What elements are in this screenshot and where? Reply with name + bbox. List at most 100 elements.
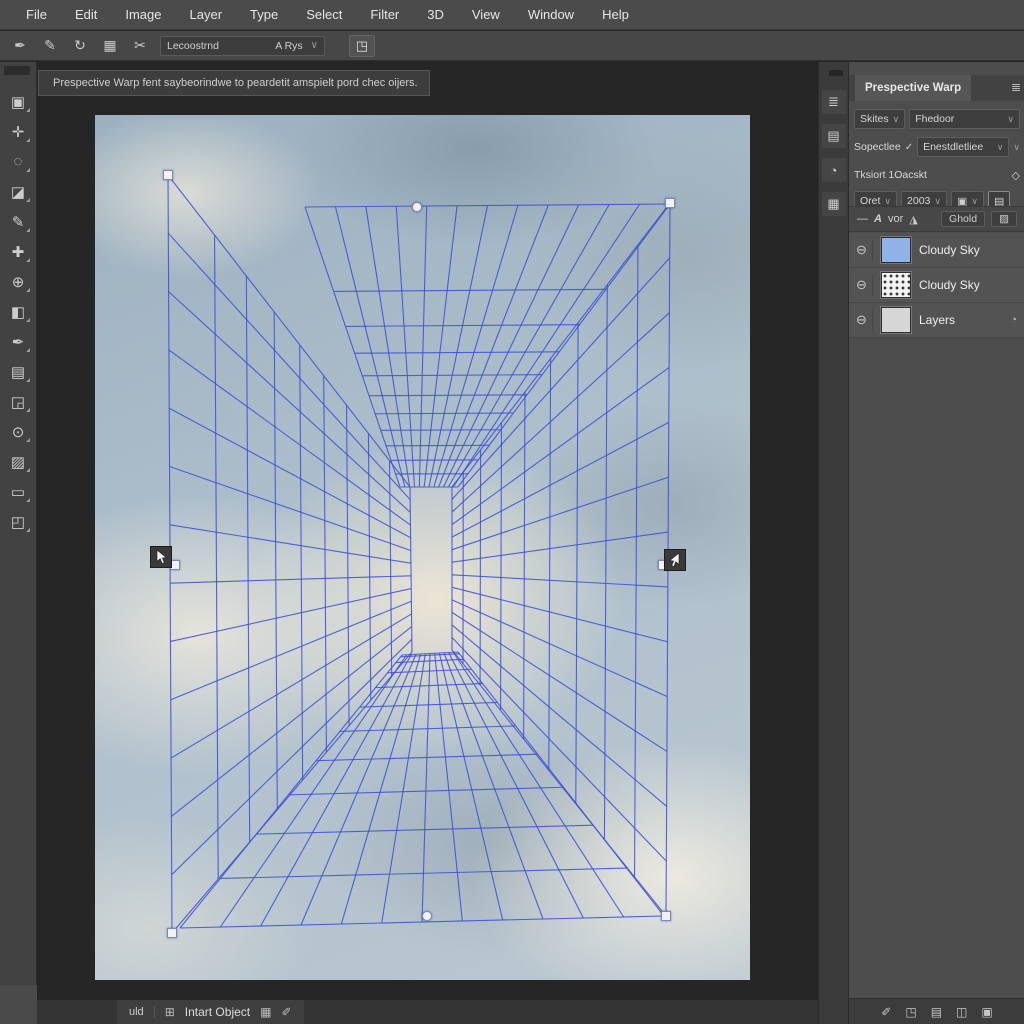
split-icon[interactable]: ✂ bbox=[130, 37, 150, 54]
histogram-panel-icon[interactable]: ▤ bbox=[822, 124, 846, 148]
pointer-cursor-icon bbox=[150, 546, 172, 568]
menu-item-type[interactable]: Type bbox=[236, 0, 292, 30]
artboard-tool-icon[interactable]: ◰ bbox=[3, 508, 33, 535]
document-type-label: Intart Object bbox=[185, 1005, 250, 1019]
zoom-tool-icon[interactable]: ⊙ bbox=[3, 418, 33, 445]
menu-item-image[interactable]: Image bbox=[111, 0, 175, 30]
menu-item-window[interactable]: Window bbox=[514, 0, 588, 30]
layer-thumbnail[interactable] bbox=[881, 237, 911, 263]
style-dropdown[interactable]: Enestdletliee ∨ bbox=[917, 137, 1009, 157]
warp-pen-icon[interactable]: ✒ bbox=[10, 37, 30, 54]
eye-icon[interactable]: ⊖ bbox=[855, 239, 873, 261]
panel-menu-icon[interactable]: ≣ bbox=[1011, 80, 1021, 94]
freeform-label: Fhedoor bbox=[915, 113, 954, 125]
lasso-tool-icon[interactable]: ◌ bbox=[3, 148, 33, 175]
minus-icon[interactable]: — bbox=[857, 213, 868, 225]
layer-list: ⊖Cloudy Sky⊖Cloudy Sky⊖Layers◔ bbox=[849, 233, 1024, 338]
quick-selection-tool-icon[interactable]: ◪ bbox=[3, 178, 33, 205]
grid-icon[interactable]: ▦ bbox=[100, 37, 120, 54]
tab-perspective-warp[interactable]: Prespective Warp bbox=[855, 75, 971, 101]
grid-icon[interactable]: ⊞ bbox=[165, 1005, 175, 1019]
zoom-level[interactable]: uld bbox=[129, 1006, 155, 1018]
pencil-icon[interactable]: ✎ bbox=[40, 37, 60, 54]
type-tool-icon[interactable]: ▤ bbox=[3, 358, 33, 385]
menu-item-view[interactable]: View bbox=[458, 0, 514, 30]
kind-filter-icon[interactable]: A bbox=[874, 213, 882, 225]
layer-row[interactable]: ⊖Layers◔ bbox=[849, 303, 1024, 338]
layer-row[interactable]: ⊖Cloudy Sky bbox=[849, 233, 1024, 268]
hand-tool-icon[interactable]: ▭ bbox=[3, 478, 33, 505]
move-tool-icon[interactable]: ✛ bbox=[3, 118, 33, 145]
chevron-down-icon: ∨ bbox=[311, 40, 318, 51]
filter-toggle-button[interactable]: ▨ bbox=[991, 211, 1017, 227]
tool-hint-text: Prespective Warp fent saybeorindwe to pe… bbox=[53, 77, 418, 89]
commit-warp-button[interactable]: ◳ bbox=[349, 35, 375, 57]
layer-badge-icon[interactable]: ◔ bbox=[1010, 314, 1017, 326]
options-icons: ✒ ✎ ↻ ▦ ✂ bbox=[10, 37, 150, 54]
preset-dropdown[interactable]: Lecoostrnd A Rys ∨ bbox=[160, 36, 325, 56]
perspective-warp-grid[interactable] bbox=[95, 115, 750, 980]
warp-handle[interactable] bbox=[412, 202, 422, 212]
adjustments-panel-icon[interactable]: ◔ bbox=[822, 158, 846, 182]
filter-icon[interactable]: ◮ bbox=[909, 213, 917, 226]
toolbar-collapse-handle[interactable] bbox=[4, 66, 30, 75]
panel-row-1: Skites ∨ Fhedoor ∨ bbox=[849, 106, 1024, 132]
group-icon[interactable]: ◫ bbox=[956, 1005, 967, 1019]
document-canvas[interactable] bbox=[95, 115, 750, 980]
panel-header: Prespective Warp ≣ bbox=[849, 75, 1024, 101]
kind-filter-label: vor bbox=[888, 213, 903, 225]
warp-handle[interactable] bbox=[167, 928, 177, 938]
frame-tool-icon[interactable]: ▣ bbox=[3, 88, 33, 115]
menu-item-filter[interactable]: Filter bbox=[356, 0, 413, 30]
check-icon: ✓ bbox=[905, 142, 913, 153]
layer-thumbnail[interactable] bbox=[881, 307, 911, 333]
rotate-icon[interactable]: ↻ bbox=[70, 37, 90, 54]
healing-brush-tool-icon[interactable]: ✚ bbox=[3, 238, 33, 265]
layout-mode-button[interactable]: Skites ∨ bbox=[854, 109, 905, 129]
eye-icon[interactable]: ⊖ bbox=[855, 309, 873, 331]
warp-handle[interactable] bbox=[163, 170, 173, 180]
effects-icon[interactable]: ◳ bbox=[905, 1005, 916, 1019]
photoshop-window: FileEditImageLayerTypeSelectFilter3DView… bbox=[0, 0, 1024, 1024]
pen-tool-icon[interactable]: ✒ bbox=[3, 328, 33, 355]
menu-item-select[interactable]: Select bbox=[292, 0, 356, 30]
status-group: uld ⊞ Intart Object ▦ ✐ bbox=[117, 1000, 304, 1024]
toolbar-footer bbox=[0, 985, 37, 1024]
mask-icon[interactable]: ▤ bbox=[931, 1005, 942, 1019]
preset-label: Lecoostrnd bbox=[167, 40, 219, 52]
menu-item-help[interactable]: Help bbox=[588, 0, 643, 30]
warp-handle[interactable] bbox=[661, 911, 671, 921]
shape-tool-icon[interactable]: ◲ bbox=[3, 388, 33, 415]
warp-handle[interactable] bbox=[665, 198, 675, 208]
chevron-down-icon: ∨ bbox=[884, 196, 891, 207]
chevron-down-icon[interactable]: ∨ bbox=[1013, 142, 1020, 153]
layer-row[interactable]: ⊖Cloudy Sky bbox=[849, 268, 1024, 303]
dock-collapse-handle[interactable] bbox=[829, 70, 843, 76]
mode-label: Sopectlee bbox=[854, 141, 901, 153]
gradient-tool-icon[interactable]: ▨ bbox=[3, 448, 33, 475]
freeform-dropdown[interactable]: Fhedoor ∨ bbox=[909, 109, 1020, 129]
chevron-down-icon: ∨ bbox=[997, 142, 1004, 153]
properties-panel-icon[interactable]: ≣ bbox=[822, 90, 846, 114]
pen-icon[interactable]: ✐ bbox=[281, 1005, 291, 1019]
new-layer-icon[interactable]: ▣ bbox=[981, 1005, 992, 1019]
menu-item-file[interactable]: File bbox=[12, 0, 61, 30]
clone-stamp-tool-icon[interactable]: ⊕ bbox=[3, 268, 33, 295]
menu-item-3d[interactable]: 3D bbox=[413, 0, 458, 30]
menu-bar: FileEditImageLayerTypeSelectFilter3DView… bbox=[0, 0, 1024, 30]
eraser-tool-icon[interactable]: ◧ bbox=[3, 298, 33, 325]
right-panel: Prespective Warp ≣ Skites ∨ Fhedoor ∨ So… bbox=[848, 62, 1024, 1024]
chevron-down-icon: ∨ bbox=[934, 196, 941, 207]
layers-panel-footer: ✐ ◳ ▤ ◫ ▣ bbox=[849, 998, 1024, 1024]
layer-thumbnail[interactable] bbox=[881, 272, 911, 298]
brush-icon[interactable]: ✐ bbox=[881, 1005, 891, 1019]
warp-handle[interactable] bbox=[422, 911, 432, 921]
diamond-icon[interactable]: ◇ bbox=[1012, 169, 1020, 182]
menu-item-layer[interactable]: Layer bbox=[176, 0, 237, 30]
menu-item-edit[interactable]: Edit bbox=[61, 0, 111, 30]
brush-tool-icon[interactable]: ✎ bbox=[3, 208, 33, 235]
libraries-panel-icon[interactable]: ▦ bbox=[822, 192, 846, 216]
eye-icon[interactable]: ⊖ bbox=[855, 274, 873, 296]
lock-filter-button[interactable]: Ghold bbox=[941, 211, 985, 227]
table-icon[interactable]: ▦ bbox=[260, 1005, 271, 1019]
